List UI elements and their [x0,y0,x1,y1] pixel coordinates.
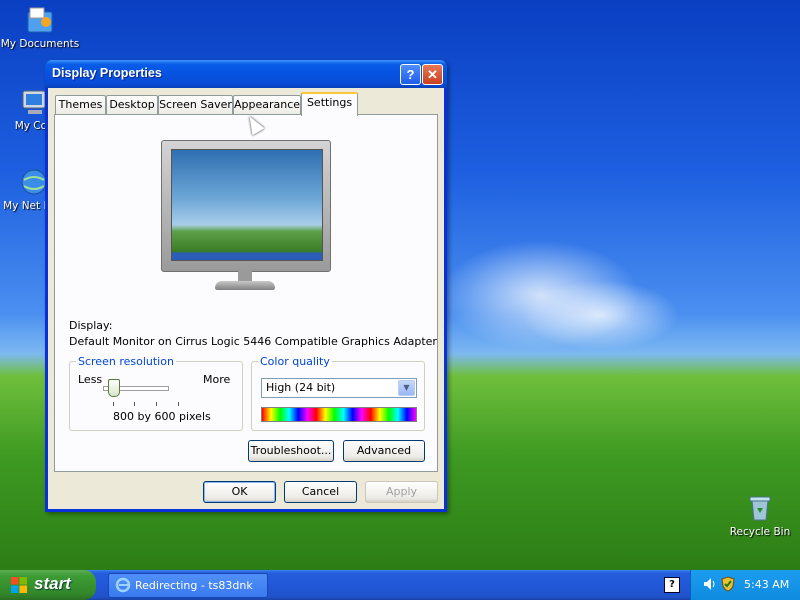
cloud [520,280,680,350]
cancel-button[interactable]: Cancel [284,481,357,503]
desktop: My Documents My Com My Net Plac Recycle … [0,0,800,570]
troubleshoot-button[interactable]: Troubleshoot... [248,440,334,462]
screen-resolution-legend: Screen resolution [78,355,174,368]
window-titlebar[interactable]: Display Properties ? ✕ [45,60,447,88]
taskbar: start Redirecting - ts83dnk ? 5:43 AM [0,570,800,600]
internet-explorer-icon [115,577,131,593]
advanced-button[interactable]: Advanced [343,440,425,462]
clock[interactable]: 5:43 AM [744,578,789,591]
desktop-icon-label: My Documents [0,38,80,50]
apply-button[interactable]: Apply [365,481,438,503]
start-label: start [34,574,71,593]
desktop-icon-label: Recycle Bin [729,526,791,538]
help-button[interactable]: ? [400,64,421,85]
recycle-bin-icon [749,496,771,521]
display-properties-window: Display Properties ? ✕ Themes Desktop Sc… [45,60,447,512]
taskbar-item-label: Redirecting - ts83dnk [135,579,253,592]
help-tray-icon[interactable]: ? [664,577,680,593]
window-client-area: Themes Desktop Screen Saver Appearance S… [48,88,444,509]
resolution-value: 800 by 600 pixels [113,410,211,423]
settings-tab-pane: Display: Default Monitor on Cirrus Logic… [54,114,438,472]
color-spectrum-bar [261,407,417,422]
desktop-icon-my-documents[interactable]: My Documents [0,4,80,50]
speaker-icon[interactable] [703,577,717,591]
resolution-less-label: Less [78,373,103,386]
tab-settings[interactable]: Settings [301,92,358,116]
folder-documents-icon [27,7,53,33]
tab-appearance[interactable]: Appearance [233,95,301,114]
security-shield-icon[interactable] [721,576,735,592]
resolution-slider-thumb[interactable] [108,379,120,397]
color-quality-dropdown[interactable]: High (24 bit) ▼ [261,378,417,398]
tab-desktop[interactable]: Desktop [106,95,158,114]
slider-tick [156,402,157,406]
slider-tick [178,402,179,406]
slider-tick [113,402,114,406]
resolution-more-label: More [203,373,231,386]
tab-screen-saver[interactable]: Screen Saver [158,95,233,114]
close-button[interactable]: ✕ [422,64,443,85]
monitor-base [215,281,275,290]
monitor-screen-preview [171,149,323,261]
color-quality-selected: High (24 bit) [266,381,336,394]
chevron-down-icon[interactable]: ▼ [398,380,415,396]
ok-button[interactable]: OK [203,481,276,503]
window-title: Display Properties [52,66,162,80]
desktop-icon-recycle-bin[interactable]: Recycle Bin [720,492,800,538]
display-adapter-value: Default Monitor on Cirrus Logic 5446 Com… [69,335,437,348]
display-label: Display: [69,319,113,332]
color-quality-legend: Color quality [260,355,330,368]
taskbar-item-redirecting[interactable]: Redirecting - ts83dnk [108,573,268,598]
tab-themes[interactable]: Themes [55,95,106,114]
start-button[interactable]: start [0,570,96,600]
monitor-stand [238,271,252,281]
windows-logo-icon [11,577,27,593]
system-tray: 5:43 AM [690,570,800,600]
slider-tick [134,402,135,406]
monitor-preview [161,140,331,272]
